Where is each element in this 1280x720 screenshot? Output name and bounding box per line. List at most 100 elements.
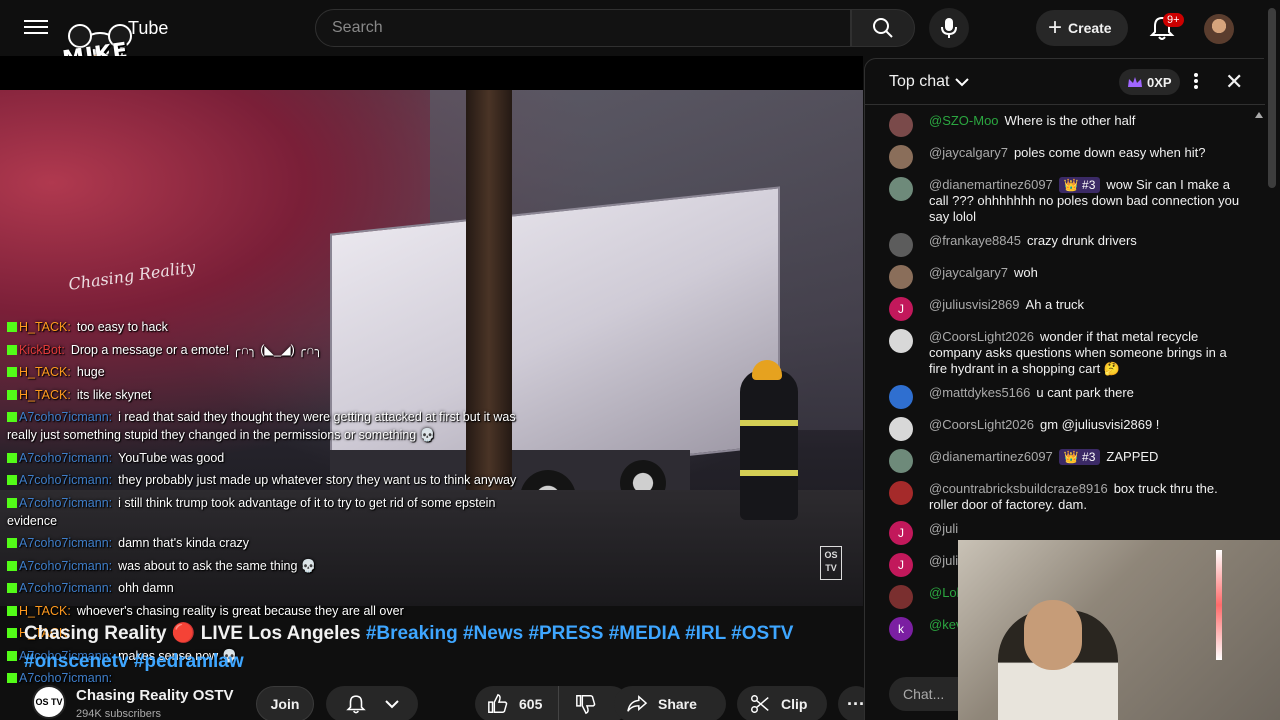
- chat-avatar[interactable]: [889, 481, 913, 505]
- chat-author[interactable]: @dianemartinez6097: [929, 449, 1053, 464]
- page-scrollbar[interactable]: [1268, 8, 1276, 188]
- chat-text: poles come down easy when hit?: [1013, 145, 1206, 160]
- chat-message[interactable]: @dianemartinez6097 👑 #3 wow Sir can I make…: [865, 177, 1255, 225]
- search-input[interactable]: [316, 10, 850, 46]
- overlay-chat-text: they probably just made up whatever stor…: [118, 473, 517, 487]
- chat-message[interactable]: @countrabricksbuildcraze8916 box truck th…: [865, 481, 1255, 513]
- chat-author[interactable]: @jaycalgary7: [929, 145, 1008, 160]
- chat-avatar[interactable]: [889, 233, 913, 257]
- join-button[interactable]: Join: [256, 686, 314, 720]
- chat-author[interactable]: @dianemartinez6097: [929, 177, 1053, 192]
- chat-avatar[interactable]: [889, 329, 913, 353]
- chat-avatar[interactable]: [889, 145, 913, 169]
- video-title: Chasing Reality 🔴 LIVE Los Angeles #Brea…: [24, 620, 844, 676]
- share-label: Share: [658, 696, 697, 712]
- chat-avatar[interactable]: [889, 449, 913, 473]
- chat-message[interactable]: @mattdykes5166 u cant park there: [865, 385, 1255, 409]
- overlay-chat-line: H_TACK: huge: [0, 363, 540, 381]
- chat-text: woh: [1013, 265, 1038, 280]
- close-chat-icon[interactable]: ✕: [1225, 71, 1243, 93]
- chat-header: Top chat 0XP ✕: [865, 59, 1265, 105]
- search-button[interactable]: [851, 9, 915, 47]
- chat-mode-selector[interactable]: Top chat: [889, 73, 970, 91]
- overlay-chat-user: A7coho7icmann:: [19, 581, 113, 595]
- account-avatar[interactable]: [1204, 14, 1234, 44]
- overlay-chat-text: damn that's kinda crazy: [118, 536, 250, 550]
- chat-author[interactable]: @juli: [929, 553, 958, 568]
- chat-author[interactable]: @juliusvisi2869: [929, 297, 1020, 312]
- chat-author[interactable]: @CoorsLight2026: [929, 417, 1034, 432]
- overlay-chat-user: A7coho7icmann:: [19, 410, 113, 424]
- chat-avatar[interactable]: [889, 265, 913, 289]
- chat-author[interactable]: @SZO-Moo: [929, 113, 999, 128]
- overlay-chat-text: YouTube was good: [118, 450, 225, 465]
- clip-button[interactable]: Clip: [737, 686, 827, 720]
- video-title-text: Chasing Reality 🔴 LIVE Los Angeles: [24, 623, 361, 644]
- subscription-bell-button[interactable]: [326, 686, 418, 720]
- chat-avatar[interactable]: [889, 113, 913, 137]
- chat-author[interactable]: @jaycalgary7: [929, 265, 1008, 280]
- chat-text: u cant park there: [1036, 385, 1134, 400]
- plus-icon: +: [1048, 14, 1063, 41]
- chat-message[interactable]: @jaycalgary7 poles come down easy when hi…: [865, 145, 1255, 169]
- overlay-chat-line: H_TACK: whoever's chasing reality is grea…: [0, 602, 540, 620]
- chat-text: ZAPPED: [1106, 449, 1159, 464]
- chat-scroll-up-icon[interactable]: [1255, 112, 1263, 602]
- chat-menu-icon[interactable]: [1191, 71, 1201, 93]
- chat-avatar[interactable]: [889, 417, 913, 441]
- search-box[interactable]: [315, 9, 851, 47]
- chat-message[interactable]: @CoorsLight2026 gm @juliusvisi2869 !: [865, 417, 1255, 441]
- kick-badge-icon: [7, 322, 17, 332]
- chat-message[interactable]: @frankaye8845 crazy drunk drivers: [865, 233, 1255, 257]
- chat-avatar[interactable]: [889, 585, 913, 609]
- chat-avatar[interactable]: J: [889, 521, 913, 545]
- chat-author[interactable]: @frankaye8845: [929, 233, 1021, 248]
- overlay-chat-text: its like skynet: [76, 387, 152, 402]
- chat-message[interactable]: @dianemartinez6097 👑 #3 ZAPPED: [865, 449, 1255, 473]
- like-button[interactable]: 605: [475, 686, 560, 720]
- chat-avatar[interactable]: k: [889, 617, 913, 641]
- notification-count-badge: 9+: [1163, 13, 1184, 27]
- share-icon: [627, 695, 648, 712]
- kick-badge-icon: [7, 560, 17, 571]
- subscriber-count: 294K subscribers: [76, 708, 161, 720]
- microphone-icon: [941, 18, 957, 38]
- channel-avatar[interactable]: OS TV: [32, 685, 66, 719]
- crown-icon: [1128, 77, 1142, 87]
- overlay-chat-text: too easy to hack: [76, 320, 168, 334]
- chat-message[interactable]: @SZO-Moo Where is the other half: [865, 113, 1255, 137]
- overlay-chat-text: was about to ask the same thing 💀: [118, 558, 317, 573]
- chat-author[interactable]: @Lol: [929, 585, 960, 600]
- overlay-chat-line: H_TACK: its like skynet: [0, 386, 540, 404]
- overlay-chat-line: A7coho7icmann: damn that's kinda crazy: [0, 534, 540, 552]
- overlay-chat-user: KickBot:: [19, 342, 65, 357]
- overlay-chat-line: A7coho7icmann: ohh damn: [0, 579, 540, 597]
- hashtags-line-2[interactable]: #onscenetv #pedramlaw: [24, 651, 244, 672]
- kick-badge-icon: [7, 497, 17, 508]
- xp-chip[interactable]: 0XP: [1119, 69, 1180, 95]
- chat-avatar[interactable]: J: [889, 297, 913, 321]
- chat-avatar[interactable]: J: [889, 553, 913, 577]
- hashtags-line-1[interactable]: #Breaking #News #PRESS #MEDIA #IRL #OSTV: [366, 623, 794, 644]
- chat-author[interactable]: @countrabricksbuildcraze8916: [929, 481, 1108, 496]
- search-icon: [873, 18, 893, 38]
- voice-search-button[interactable]: [929, 8, 969, 48]
- chat-avatar[interactable]: [889, 177, 913, 201]
- chat-author[interactable]: @juli: [929, 521, 958, 536]
- kick-badge-icon: [7, 583, 17, 593]
- chat-message[interactable]: @CoorsLight2026 wonder if that metal recy…: [865, 329, 1255, 377]
- create-button[interactable]: + Create: [1036, 10, 1128, 46]
- channel-name[interactable]: Chasing Reality OSTV: [76, 687, 234, 704]
- chat-message[interactable]: J @juliusvisi2869 Ah a truck: [865, 297, 1255, 321]
- chat-avatar[interactable]: [889, 385, 913, 409]
- chat-message[interactable]: @jaycalgary7 woh: [865, 265, 1255, 289]
- like-dislike-group: 605: [475, 686, 629, 720]
- chat-author[interactable]: @mattdykes5166: [929, 385, 1030, 400]
- overlay-chat-line: A7coho7icmann: i read that said they thou…: [0, 408, 540, 444]
- dislike-button[interactable]: [559, 686, 613, 720]
- share-button[interactable]: Share: [614, 686, 726, 720]
- scissors-icon: [751, 695, 769, 713]
- chat-author[interactable]: @CoorsLight2026: [929, 329, 1034, 344]
- kick-badge-icon: [7, 673, 17, 683]
- chat-text: crazy drunk drivers: [1026, 233, 1137, 248]
